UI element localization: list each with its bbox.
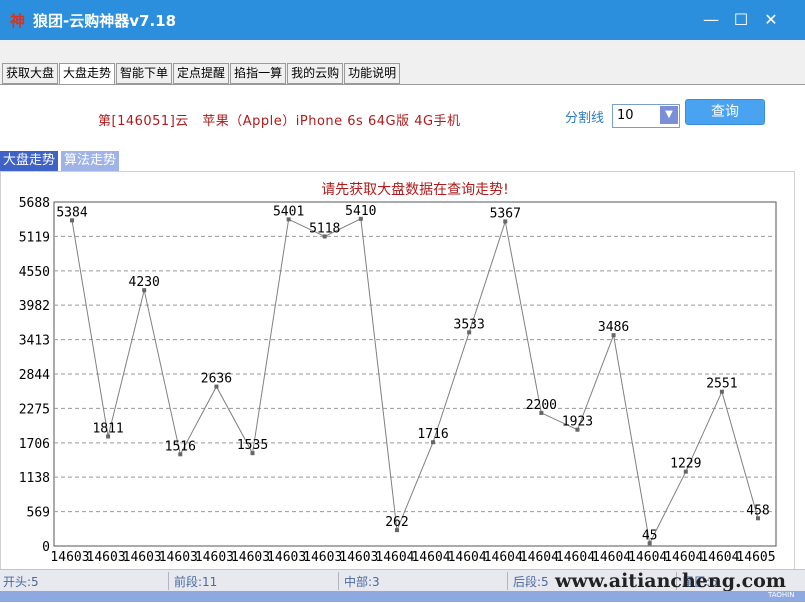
data-label: 1516 [165, 439, 196, 454]
window-title: 狼团-云购神器v7.18 [33, 12, 177, 30]
x-tick-label: 14603 [231, 550, 270, 565]
query-button[interactable]: 查询 [685, 99, 765, 125]
y-tick-label: 3413 [19, 334, 50, 349]
tab-calculate[interactable]: 掐指一算 [230, 63, 287, 84]
y-tick-label: 0 [42, 540, 50, 555]
main-tabs: 获取大盘 大盘走势 智能下单 定点提醒 掐指一算 我的云购 功能说明 [2, 63, 401, 85]
x-tick-label: 14603 [303, 550, 342, 565]
status-middle: 中部:3 [344, 575, 380, 589]
data-label: 262 [385, 515, 408, 530]
tab-help[interactable]: 功能说明 [344, 63, 401, 84]
maximize-icon[interactable]: ☐ [728, 8, 754, 32]
y-tick-label: 2275 [19, 402, 50, 417]
status-divider [168, 572, 169, 590]
x-tick-label: 14604 [592, 550, 631, 565]
data-label: 1923 [562, 415, 593, 430]
x-tick-label: 14604 [628, 550, 667, 565]
y-tick-label: 2844 [19, 368, 50, 383]
data-label: 2551 [706, 377, 737, 392]
chart-title: 请先获取大盘数据在查询走势! [321, 181, 509, 198]
data-label: 45 [642, 528, 658, 543]
x-tick-label: 14605 [736, 550, 775, 565]
trend-chart: 0 569 1138 1706 2275 2844 3413 3982 4550 5119 5688… [19, 181, 777, 565]
data-label: 1535 [237, 438, 268, 453]
data-label: 5367 [490, 206, 521, 221]
chart-tabs: 大盘走势 算法走势 [0, 151, 122, 171]
x-tick-label: 14604 [556, 550, 595, 565]
data-label: 2636 [201, 372, 232, 387]
data-label: 5401 [273, 204, 304, 219]
x-tick-label: 14604 [375, 550, 414, 565]
subtab-algorithm-trend[interactable]: 算法走势 [61, 151, 120, 171]
tab-market-trend[interactable]: 大盘走势 [59, 63, 116, 85]
split-line-value: 10 [617, 108, 634, 123]
x-tick-label: 14604 [448, 550, 487, 565]
y-tick-label: 3982 [19, 299, 50, 314]
y-tick-label: 5119 [19, 230, 50, 245]
status-divider [338, 572, 339, 590]
product-title: 第[146051]云 苹果（Apple）iPhone 6s 64G版 4G手机 [98, 114, 461, 129]
tab-get-market[interactable]: 获取大盘 [2, 63, 59, 84]
y-tick-label: 569 [27, 506, 50, 521]
y-tick-label: 1706 [19, 437, 50, 452]
status-divider [507, 572, 508, 590]
data-label: 1716 [417, 427, 448, 442]
x-tick-label: 14603 [339, 550, 378, 565]
app-logo-icon: 神 [10, 12, 26, 30]
x-tick-label: 14603 [267, 550, 306, 565]
status-back: 后段:5 [513, 575, 549, 589]
y-tick-label: 1138 [19, 471, 50, 486]
x-tick-label: 14604 [700, 550, 739, 565]
x-tick-label: 14604 [411, 550, 450, 565]
minimize-icon[interactable]: — [698, 8, 724, 32]
x-tick-label: 14603 [87, 550, 126, 565]
y-tick-label: 5688 [19, 196, 50, 211]
x-tick-label: 14603 [123, 550, 162, 565]
data-label: 4230 [129, 275, 160, 290]
tab-smart-order[interactable]: 智能下单 [116, 63, 173, 84]
data-label: 3533 [454, 317, 485, 332]
status-head: 开头:5 [3, 575, 39, 589]
data-label: 3486 [598, 320, 629, 335]
status-front: 前段:11 [174, 575, 218, 589]
chevron-down-icon[interactable]: ▼ [660, 106, 678, 124]
subtab-market-trend[interactable]: 大盘走势 [0, 151, 59, 171]
data-label: 458 [746, 503, 769, 518]
x-tick-label: 14604 [484, 550, 523, 565]
x-tick-label: 14604 [664, 550, 703, 565]
x-tick-label: 14603 [50, 550, 89, 565]
data-label: 1229 [670, 457, 701, 472]
x-tick-label: 14604 [520, 550, 559, 565]
y-tick-label: 4550 [19, 265, 50, 280]
title-bar: 神 狼团-云购神器v7.18 — ☐ ✕ [0, 0, 805, 40]
data-label: 5118 [309, 221, 340, 236]
close-icon[interactable]: ✕ [758, 8, 784, 32]
data-label: 2200 [526, 398, 557, 413]
data-label: 5410 [345, 204, 376, 219]
x-tick-label: 14603 [195, 550, 234, 565]
chart-panel: 0 569 1138 1706 2275 2844 3413 3982 4550 5119 5688… [0, 171, 795, 571]
watermark: www.aitiancheng.com [555, 570, 786, 592]
data-label: 5384 [56, 205, 87, 220]
corner-text: TAOHIN [768, 591, 795, 599]
data-label: 1811 [92, 421, 123, 436]
tab-fixed-reminder[interactable]: 定点提醒 [173, 63, 230, 84]
split-line-label: 分割线 [565, 111, 605, 126]
bottom-strip [0, 591, 805, 602]
split-line-select[interactable]: 10 ▼ [612, 104, 680, 128]
x-tick-label: 14603 [159, 550, 198, 565]
tab-my-yungou[interactable]: 我的云购 [287, 63, 344, 84]
